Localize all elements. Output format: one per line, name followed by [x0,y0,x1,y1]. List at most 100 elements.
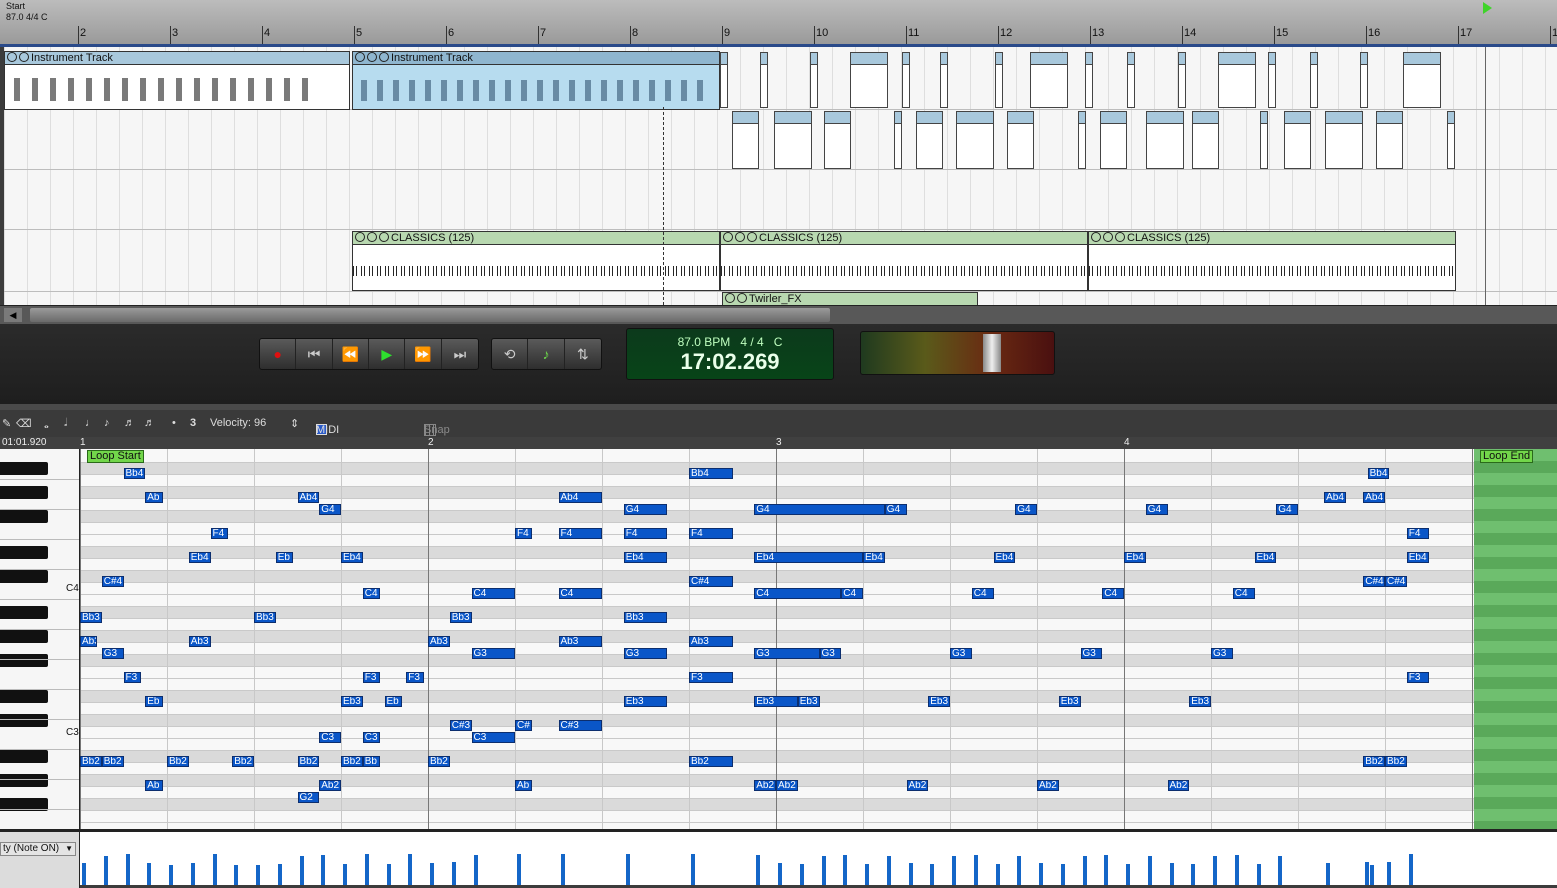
velocity-stepper-icon[interactable]: ⇕ [290,417,299,430]
midi-note[interactable]: Eb3 [928,696,950,707]
loop-region-icon[interactable] [379,52,389,62]
pattern-region[interactable] [956,111,994,169]
velocity-bar[interactable] [408,854,413,885]
midi-note[interactable]: Eb4 [341,552,363,563]
midi-note[interactable]: F4 [515,528,533,539]
loop-region-icon[interactable] [737,293,747,303]
velocity-bar[interactable] [190,863,195,885]
black-key[interactable] [0,510,48,523]
pattern-region[interactable] [1218,52,1256,108]
pattern-region[interactable] [1403,52,1441,108]
midi-note[interactable]: G4 [623,504,668,515]
midi-note[interactable]: Ab4 [297,492,320,503]
velocity-bar[interactable] [1104,855,1109,885]
rewind-icon[interactable]: ⏪ [333,339,370,369]
midi-note[interactable]: Ab2 [319,780,341,791]
midi-note[interactable]: Bb2 [1385,756,1407,767]
pattern-region[interactable] [850,52,888,108]
midi-note[interactable]: C4 [1232,588,1255,599]
midi-note[interactable]: Bb2 [297,756,320,767]
record-icon[interactable]: ● [260,339,297,369]
midi-note[interactable]: C4 [754,588,842,599]
midi-note[interactable]: G4 [1276,504,1298,515]
midi-note[interactable]: G4 [1145,504,1168,515]
pattern-region[interactable] [902,52,910,108]
mute-icon[interactable] [7,52,17,62]
midi-note[interactable]: C4 [971,588,994,599]
pattern-region[interactable] [760,52,768,108]
midi-note[interactable]: G4 [319,504,341,515]
midi-note[interactable]: C4 [1102,588,1124,599]
velocity-bar[interactable] [821,856,826,885]
pattern-region[interactable] [1310,52,1318,108]
velocity-bar[interactable] [930,864,935,885]
loop-start-marker[interactable]: Loop Start [87,450,144,463]
midi-note[interactable]: G3 [1080,648,1103,659]
midi-note[interactable]: Bb4 [689,468,733,479]
midi-note[interactable]: C#4 [1363,576,1385,587]
midi-note[interactable]: Bb2 [101,756,124,767]
velocity-bar[interactable] [973,855,978,885]
velocity-bar[interactable] [1365,865,1370,885]
midi-note[interactable]: Bb2 [1363,756,1385,767]
black-key[interactable] [0,690,48,703]
velocity-bar[interactable] [952,856,956,885]
midi-note[interactable]: F4 [210,528,228,539]
fast-forward-icon[interactable]: ⏩ [405,339,442,369]
midi-note[interactable]: Ab4 [1363,492,1385,503]
instrument-region-2-selected[interactable]: Instrument Track [352,51,720,110]
pattern-region[interactable] [1085,52,1093,108]
metronome-icon[interactable]: ♪ [528,339,565,369]
velocity-bar[interactable] [908,863,913,885]
velocity-bar[interactable] [1017,856,1022,885]
velocity-bar[interactable] [386,864,391,885]
pattern-region[interactable] [1325,111,1363,169]
half-note-icon[interactable]: 𝅗𝅥 [64,417,68,430]
midi-note[interactable]: Eb3 [754,696,798,707]
midi-note[interactable]: C3 [319,732,341,743]
loop-region-icon[interactable] [379,232,389,242]
pattern-region[interactable] [1268,52,1276,108]
velocity-bar[interactable] [1039,863,1043,885]
play-region-icon[interactable] [723,232,733,242]
eraser-icon[interactable]: ⌫ [16,417,32,430]
velocity-bar[interactable] [451,862,456,885]
midi-note[interactable]: Ab4 [558,492,602,503]
velocity-bar[interactable] [778,863,782,885]
pattern-region[interactable] [1007,111,1034,169]
midi-note[interactable]: Bb3 [449,612,472,623]
midi-note[interactable]: C# [515,720,533,731]
midi-note[interactable]: Eb3 [797,696,820,707]
pattern-region[interactable] [824,111,851,169]
piano-keyboard[interactable]: C4 C3 [0,449,80,829]
pattern-region[interactable] [1146,111,1184,169]
eighth-note-icon[interactable]: ♪ [104,417,110,429]
velocity-bar[interactable] [1408,854,1413,885]
midi-note[interactable]: Eb [384,696,402,707]
midi-note[interactable]: C#4 [1385,576,1407,587]
midi-note[interactable]: Ab2 [1037,780,1059,791]
black-key[interactable] [0,774,48,787]
pattern-region[interactable] [774,111,812,169]
midi-note[interactable]: Bb3 [254,612,276,623]
midi-note[interactable]: C4 [841,588,863,599]
velocity-bar[interactable] [560,862,565,885]
midi-note[interactable]: F4 [558,528,602,539]
velocity-bar[interactable] [147,863,152,885]
midi-note[interactable]: Ab3 [428,636,450,647]
pattern-region[interactable] [1078,111,1086,169]
whole-note-icon[interactable]: 𝅝 [44,417,49,432]
loop-region-icon[interactable] [19,52,29,62]
midi-note[interactable]: Bb2 [232,756,254,767]
velocity-bar[interactable] [1191,864,1196,885]
mute-icon[interactable] [725,293,735,303]
midi-note[interactable]: Eb4 [993,552,1016,563]
midi-note[interactable]: C4 [362,588,381,599]
pattern-region[interactable] [1360,52,1368,108]
midi-note[interactable]: Ab [515,780,533,791]
midi-note[interactable]: Ab4 [1324,492,1346,503]
play-region-icon[interactable] [355,232,365,242]
midi-note[interactable]: G2 [297,792,320,803]
pattern-region[interactable] [1447,111,1455,169]
velocity-bar[interactable] [1369,865,1374,885]
